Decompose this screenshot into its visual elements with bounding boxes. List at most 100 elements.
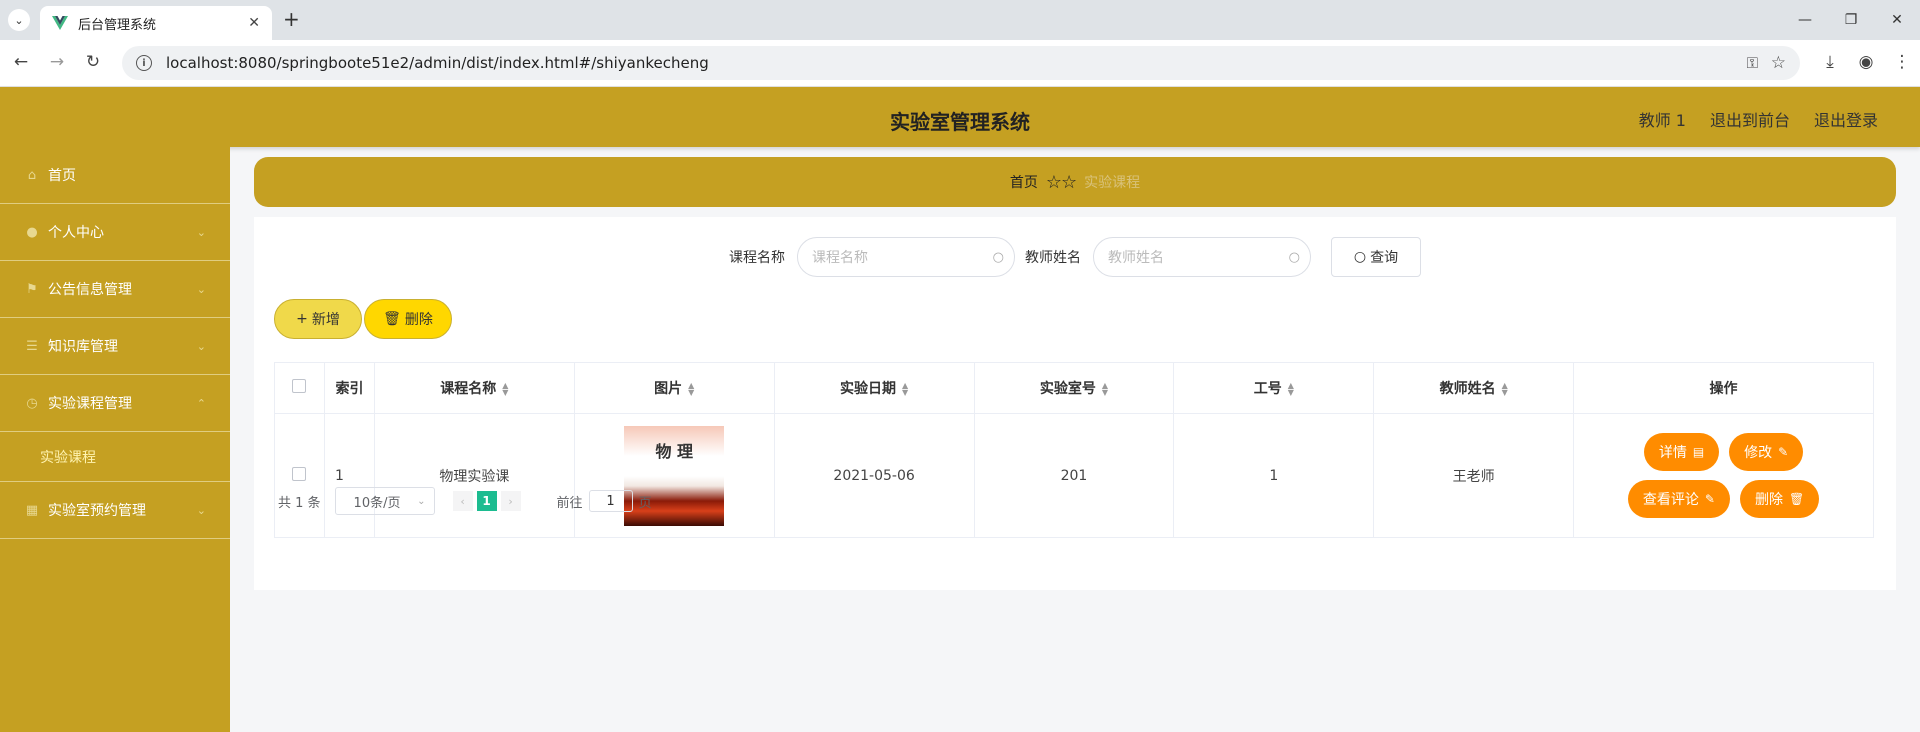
- page-size-select[interactable]: 10条/页 ⌄: [334, 487, 435, 515]
- app-header: 实验室管理系统 教师 1 退出到前台 退出登录: [0, 87, 1920, 147]
- breadcrumb: 首页 ☆☆ 实验课程: [254, 157, 1896, 207]
- password-key-icon[interactable]: ⚿: [1747, 54, 1758, 72]
- back-icon[interactable]: ←: [10, 52, 32, 72]
- tab-search-button[interactable]: ⌄: [8, 9, 30, 31]
- reload-icon[interactable]: ↻: [82, 52, 104, 72]
- batch-delete-button[interactable]: 🗑 删除: [364, 299, 452, 339]
- row-checkbox[interactable]: [292, 466, 307, 481]
- user-icon: ●: [26, 224, 38, 240]
- clock-icon: ◷: [26, 395, 38, 411]
- restore-icon[interactable]: ❐: [1828, 0, 1874, 40]
- pagination: 共 1 条 10条/页 ⌄ ‹ 1 › 前往 1 页: [278, 487, 652, 515]
- header-jobno[interactable]: 工号 ▲ ▼: [1173, 362, 1375, 414]
- forward-icon[interactable]: →: [46, 52, 68, 72]
- profile-icon[interactable]: ◉: [1848, 52, 1884, 72]
- row-delete-label: 删除: [1754, 492, 1783, 508]
- star-separator-icon: ☆☆: [1045, 171, 1077, 193]
- query-label: 查询: [1370, 250, 1399, 266]
- search-icon: ○: [1353, 249, 1367, 265]
- vue-logo-icon: [52, 16, 68, 30]
- detail-button[interactable]: 详情 ▤: [1643, 433, 1720, 471]
- total-count: 共 1 条: [278, 495, 321, 511]
- header-date[interactable]: 实验日期 ▲ ▼: [773, 362, 975, 414]
- sidebar-item-course[interactable]: ◷ 实验课程管理 ⌃: [0, 375, 230, 432]
- header-teacher[interactable]: 教师姓名 ▲ ▼: [1373, 362, 1575, 414]
- goto-label: 前往: [556, 495, 583, 511]
- browser-menu-icon[interactable]: ⋮: [1884, 52, 1920, 72]
- browser-actions: ⤓ ◉ ⋮: [1812, 52, 1920, 72]
- delete-label: 删除: [404, 312, 433, 328]
- sidebar-item-label: 公告信息管理: [48, 282, 132, 298]
- sidebar-item-home[interactable]: ⌂ 首页: [0, 147, 230, 204]
- cell-date: 2021-05-06: [773, 413, 975, 538]
- bookmark-star-icon[interactable]: ☆: [1771, 53, 1786, 73]
- action-group: 详情 ▤ 修改 ✎ 查看评论 ✎ 删除 🗑: [1574, 433, 1873, 518]
- trash-icon: 🗑: [383, 311, 401, 327]
- breadcrumb-current: 实验课程: [1084, 175, 1141, 191]
- sort-icon[interactable]: ▲ ▼: [1288, 382, 1294, 397]
- course-search-input[interactable]: 课程名称 ○: [797, 237, 1015, 277]
- chevron-down-icon: ⌄: [196, 282, 206, 296]
- close-window-icon[interactable]: ✕: [1874, 0, 1920, 40]
- view-comments-button[interactable]: 查看评论 ✎: [1627, 480, 1730, 518]
- chevron-down-icon: ⌄: [196, 339, 206, 353]
- edit-button[interactable]: 修改 ✎: [1729, 433, 1804, 471]
- sidebar-item-booking[interactable]: ▦ 实验室预约管理 ⌄: [0, 482, 230, 539]
- goto-page-input[interactable]: 1: [588, 490, 633, 512]
- page-number-active[interactable]: 1: [476, 491, 497, 511]
- header-teacher-label: 教师姓名: [1439, 381, 1496, 397]
- download-icon[interactable]: ⤓: [1812, 52, 1848, 72]
- teacher-placeholder: 教师姓名: [1108, 250, 1164, 266]
- tab-title: 后台管理系统: [78, 17, 157, 33]
- header-room[interactable]: 实验室号 ▲ ▼: [973, 362, 1175, 414]
- sort-icon[interactable]: ▲ ▼: [1502, 382, 1508, 397]
- header-index-label: 索引: [335, 381, 364, 397]
- chevron-down-icon: ⌄: [196, 503, 206, 517]
- sidebar-item-knowledge[interactable]: ☰ 知识库管理 ⌄: [0, 318, 230, 375]
- sort-icon[interactable]: ▲ ▼: [502, 382, 508, 397]
- header-date-label: 实验日期: [840, 381, 897, 397]
- url-field[interactable]: i localhost:8080/springboote51e2/admin/d…: [122, 46, 1800, 80]
- sidebar-item-notice[interactable]: ⚑ 公告信息管理 ⌄: [0, 261, 230, 318]
- new-tab-button[interactable]: +: [283, 9, 300, 29]
- teacher-search-input[interactable]: 教师姓名 ○: [1093, 237, 1311, 277]
- cell-jobno: 1: [1173, 413, 1375, 538]
- sidebar-item-label: 实验课程管理: [48, 396, 132, 412]
- list-icon: ☰: [26, 338, 38, 354]
- table-row: 1 物理实验课 物 理 2021-05-06 201 1 王老师 详情 ▤ 修改…: [274, 413, 1874, 538]
- sort-icon[interactable]: ▲ ▼: [688, 382, 694, 397]
- cell-index: 1: [323, 413, 375, 538]
- row-delete-button[interactable]: 删除 🗑: [1739, 480, 1820, 518]
- site-info-icon[interactable]: i: [136, 55, 152, 71]
- tab-close-icon[interactable]: ✕: [248, 15, 260, 31]
- sort-icon[interactable]: ▲ ▼: [1102, 382, 1108, 397]
- cell-teacher: 王老师: [1373, 413, 1575, 538]
- sidebar: ⌂ 首页 ● 个人中心 ⌄ ⚑ 公告信息管理 ⌄ ☰ 知识库管理 ⌄ ◷ 实验课…: [0, 147, 230, 732]
- header-room-label: 实验室号: [1039, 381, 1096, 397]
- table-header-row: 索引 课程名称 ▲ ▼ 图片 ▲ ▼ 实验日期 ▲ ▼ 实验室号 ▲ ▼ 工号 ▲ ▼ 教师姓名 ▲ ▼…: [274, 362, 1874, 414]
- to-front-link[interactable]: 退出到前台: [1710, 107, 1790, 131]
- add-button[interactable]: + 新增: [274, 299, 362, 339]
- breadcrumb-home[interactable]: 首页: [1010, 172, 1038, 192]
- select-all-checkbox[interactable]: [292, 379, 307, 393]
- header-image[interactable]: 图片 ▲ ▼: [573, 362, 775, 414]
- sort-icon[interactable]: ▲ ▼: [902, 382, 908, 397]
- cell-course: 物理实验课: [373, 413, 575, 538]
- browser-tab[interactable]: 后台管理系统 ✕: [40, 6, 272, 40]
- prev-page-icon[interactable]: ‹: [452, 491, 473, 511]
- sidebar-subitem-course[interactable]: 实验课程: [0, 432, 230, 482]
- document-icon: ▤: [1692, 445, 1705, 459]
- browser-tabbar: ⌄ 后台管理系统 ✕ + — ❐ ✕: [0, 0, 1920, 40]
- course-label: 课程名称: [729, 250, 785, 266]
- header-course[interactable]: 课程名称 ▲ ▼: [373, 362, 575, 414]
- query-button[interactable]: ○ 查询: [1331, 237, 1421, 277]
- minimize-icon[interactable]: —: [1782, 0, 1828, 40]
- next-page-icon[interactable]: ›: [500, 491, 521, 511]
- url-text: localhost:8080/springboote51e2/admin/dis…: [166, 54, 709, 72]
- edit-label: 修改: [1744, 445, 1773, 461]
- app-title: 实验室管理系统: [890, 110, 1030, 134]
- logout-link[interactable]: 退出登录: [1814, 107, 1878, 131]
- page-size-value: 10条/页: [353, 495, 401, 511]
- sidebar-item-profile[interactable]: ● 个人中心 ⌄: [0, 204, 230, 261]
- main-panel: 课程名称 课程名称 ○ 教师姓名 教师姓名 ○ ○ 查询 + 新增 🗑 删除 索…: [254, 217, 1896, 590]
